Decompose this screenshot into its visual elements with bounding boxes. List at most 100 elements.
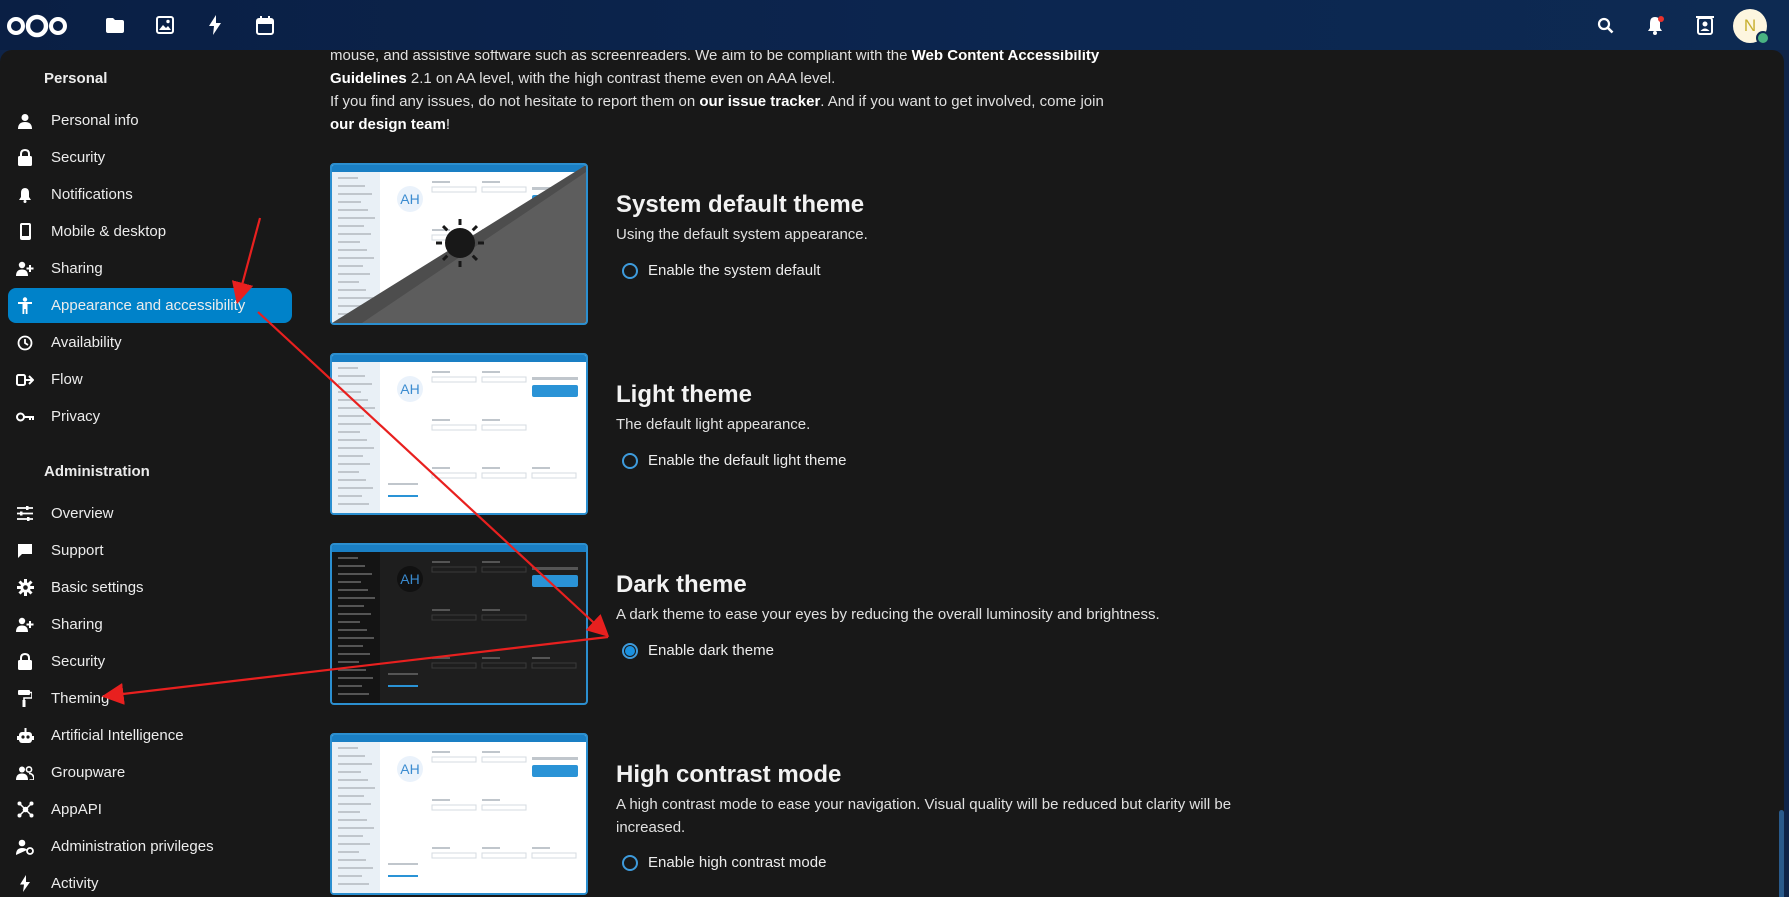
main-content: mouse, and assistive software such as sc… xyxy=(300,50,1784,897)
theme-preview-system[interactable]: AH xyxy=(330,163,588,325)
bell-icon[interactable] xyxy=(1642,12,1668,38)
sidebar-item-mobile-desktop[interactable]: Mobile & desktop xyxy=(8,214,292,249)
sidebar-item-label: Security xyxy=(51,653,106,670)
sidebar-item-label: AppAPI xyxy=(51,801,102,818)
scrollbar[interactable] xyxy=(1779,810,1784,897)
theme-radio-contrast[interactable]: Enable high contrast mode xyxy=(622,854,826,871)
top-bar: N xyxy=(0,0,1789,50)
tune-icon xyxy=(15,504,35,524)
search-icon[interactable] xyxy=(1592,12,1618,38)
sidebar-item-label: Sharing xyxy=(51,260,103,277)
theme-radio-dark[interactable]: Enable dark theme xyxy=(622,642,774,659)
sidebar-admin-item-overview[interactable]: Overview xyxy=(8,496,292,531)
paint-roller-icon xyxy=(15,689,35,709)
radio-button[interactable] xyxy=(622,452,638,469)
chat-icon xyxy=(15,541,35,561)
sidebar-admin-item-security[interactable]: Security xyxy=(8,644,292,679)
sidebar-item-label: Security xyxy=(51,149,106,166)
sidebar-item-label: Flow xyxy=(51,371,83,388)
robot-icon xyxy=(15,726,35,746)
radio-label: Enable the default light theme xyxy=(648,452,847,469)
theme-title: System default theme xyxy=(616,191,865,218)
intro-paragraph-1: mouse, and assistive software such as sc… xyxy=(330,50,1120,90)
api-icon xyxy=(15,800,35,820)
sidebar-item-label: Artificial Intelligence xyxy=(51,727,184,744)
nextcloud-logo-icon[interactable] xyxy=(6,13,68,39)
sidebar-item-availability[interactable]: Availability xyxy=(8,325,292,360)
design-team-link[interactable]: our design team xyxy=(330,116,446,133)
share-icon xyxy=(15,259,35,279)
intro-text: 2.1 on AA level, with the high contrast … xyxy=(406,70,836,87)
flow-icon xyxy=(15,370,35,390)
radio-label: Enable high contrast mode xyxy=(648,854,827,871)
sidebar-item-label: Mobile & desktop xyxy=(51,223,167,240)
sidebar-item-privacy[interactable]: Privacy xyxy=(8,399,292,434)
theme-preview-contrast[interactable]: AH xyxy=(330,733,588,895)
sidebar-admin-item-administration-privileges[interactable]: Administration privileges xyxy=(8,829,292,864)
settings-sidebar: Personal Personal info Security Notificati… xyxy=(0,50,300,897)
image-icon[interactable] xyxy=(152,12,178,38)
avatar-initial: N xyxy=(1743,16,1757,35)
administration-section-title: Administration xyxy=(44,463,150,480)
theme-description: A dark theme to ease your eyes by reduci… xyxy=(616,606,1160,623)
sidebar-item-label: Personal info xyxy=(51,112,139,129)
sidebar-admin-item-sharing[interactable]: Sharing xyxy=(8,607,292,642)
intro-text: ! xyxy=(445,116,451,133)
sidebar-item-sharing[interactable]: Sharing xyxy=(8,251,292,286)
svg-text:AH: AH xyxy=(400,761,419,777)
theme-description: The default light appearance. xyxy=(616,416,811,433)
radio-label: Enable dark theme xyxy=(648,642,774,659)
sidebar-item-security[interactable]: Security xyxy=(8,140,292,175)
intro-text: mouse, and assistive software such as sc… xyxy=(330,50,912,64)
sidebar-item-label: Notifications xyxy=(51,186,133,203)
svg-text:AH: AH xyxy=(400,191,419,207)
svg-text:AH: AH xyxy=(400,381,419,397)
sidebar-item-label: Overview xyxy=(51,505,114,522)
lightning-icon[interactable] xyxy=(202,12,228,38)
sidebar-item-label: Groupware xyxy=(51,764,126,781)
theme-preview-light[interactable]: AH xyxy=(330,353,588,515)
sidebar-item-label: Theming xyxy=(51,690,110,707)
sidebar-item-label: Basic settings xyxy=(51,579,144,596)
sidebar-item-label: Privacy xyxy=(51,408,101,425)
theme-radio-light[interactable]: Enable the default light theme xyxy=(622,452,846,469)
radio-button[interactable] xyxy=(622,854,638,871)
folder-icon[interactable] xyxy=(102,12,128,38)
calendar-icon[interactable] xyxy=(252,12,278,38)
sidebar-admin-item-activity[interactable]: Activity xyxy=(8,866,292,897)
sidebar-item-notifications[interactable]: Notifications xyxy=(8,177,292,212)
radio-button[interactable] xyxy=(622,262,638,279)
clock-icon xyxy=(15,333,35,353)
sidebar-item-flow[interactable]: Flow xyxy=(8,362,292,397)
sidebar-admin-item-basic-settings[interactable]: Basic settings xyxy=(8,570,292,605)
sidebar-admin-item-support[interactable]: Support xyxy=(8,533,292,568)
theme-title: High contrast mode xyxy=(616,761,842,788)
contacts-icon[interactable] xyxy=(1692,12,1718,38)
gear-icon xyxy=(15,578,35,598)
sidebar-admin-item-groupware[interactable]: Groupware xyxy=(8,755,292,790)
theme-radio-system[interactable]: Enable the system default xyxy=(622,262,821,279)
sidebar-item-label: Availability xyxy=(51,334,122,351)
sidebar-item-appearance-and-accessibility[interactable]: Appearance and accessibility xyxy=(8,288,292,323)
sidebar-item-label: Administration privileges xyxy=(51,838,214,855)
theme-description: A high contrast mode to ease your naviga… xyxy=(616,796,1232,836)
sidebar-item-label: Support xyxy=(51,542,104,559)
intro-text: If you find any issues, do not hesitate … xyxy=(330,93,700,110)
sidebar-item-personal-info[interactable]: Personal info xyxy=(8,103,292,138)
sidebar-admin-item-theming[interactable]: Theming xyxy=(8,681,292,716)
sidebar-item-label: Appearance and accessibility xyxy=(51,297,246,314)
group-icon xyxy=(15,763,35,783)
sidebar-admin-item-artificial-intelligence[interactable]: Artificial Intelligence xyxy=(8,718,292,753)
sidebar-admin-item-appapi[interactable]: AppAPI xyxy=(8,792,292,827)
lightning-icon xyxy=(15,874,35,894)
person-icon xyxy=(15,111,35,131)
theme-preview-dark[interactable]: AH xyxy=(330,543,588,705)
bell-icon xyxy=(15,185,35,205)
issue-tracker-link[interactable]: our issue tracker xyxy=(699,93,820,110)
user-avatar[interactable]: N xyxy=(1733,9,1770,45)
radio-button[interactable] xyxy=(622,642,638,659)
accessibility-icon xyxy=(15,296,35,316)
theme-title: Light theme xyxy=(616,381,752,408)
intro-text: . And if you want to get involved, come … xyxy=(820,93,1104,110)
radio-label: Enable the system default xyxy=(648,262,821,279)
